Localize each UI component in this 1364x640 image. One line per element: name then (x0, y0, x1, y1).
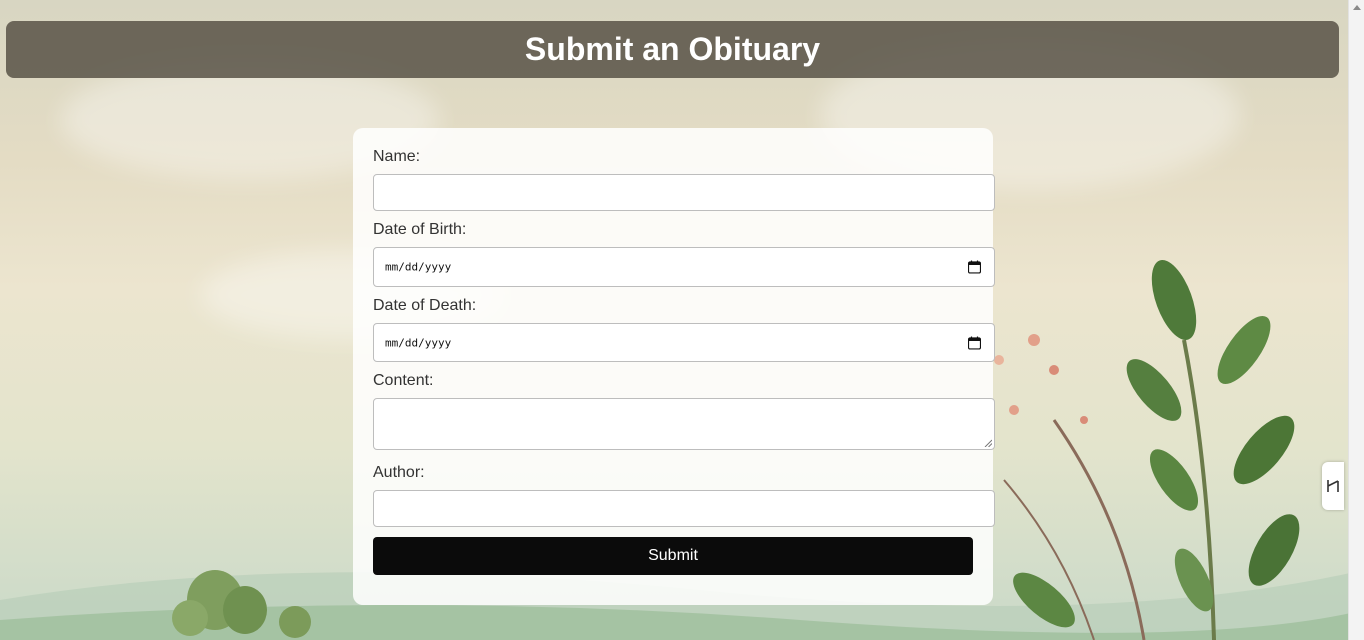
date-of-death-input[interactable]: mm/dd/yyyy (373, 323, 995, 362)
date-of-birth-placeholder: mm/dd/yyyy (385, 260, 452, 274)
content-label: Content: (373, 372, 434, 389)
flowering-plant-illustration (980, 260, 1300, 640)
author-input[interactable] (373, 490, 995, 527)
name-input[interactable] (373, 174, 995, 211)
page-header: Submit an Obituary (6, 21, 1339, 78)
vertical-scrollbar[interactable] (1348, 0, 1364, 640)
submit-button[interactable]: Submit (373, 537, 973, 575)
content-textarea[interactable] (373, 398, 995, 450)
obituary-form: Name: Date of Birth: mm/dd/yyyy Date of … (353, 128, 995, 605)
date-of-birth-input[interactable]: mm/dd/yyyy (373, 247, 995, 287)
author-label: Author: (373, 464, 425, 481)
date-of-birth-label: Date of Birth: (373, 221, 467, 238)
extension-side-tab[interactable] (1322, 462, 1344, 510)
date-of-death-placeholder: mm/dd/yyyy (385, 336, 452, 349)
calendar-icon[interactable] (968, 260, 981, 274)
extension-icon (1327, 480, 1339, 492)
date-of-death-label: Date of Death: (373, 297, 477, 314)
resize-handle-icon[interactable] (984, 439, 992, 447)
scroll-up-arrow-icon[interactable] (1353, 5, 1361, 10)
name-label: Name: (373, 148, 421, 165)
calendar-icon[interactable] (968, 336, 981, 349)
page-title: Submit an Obituary (524, 31, 821, 67)
